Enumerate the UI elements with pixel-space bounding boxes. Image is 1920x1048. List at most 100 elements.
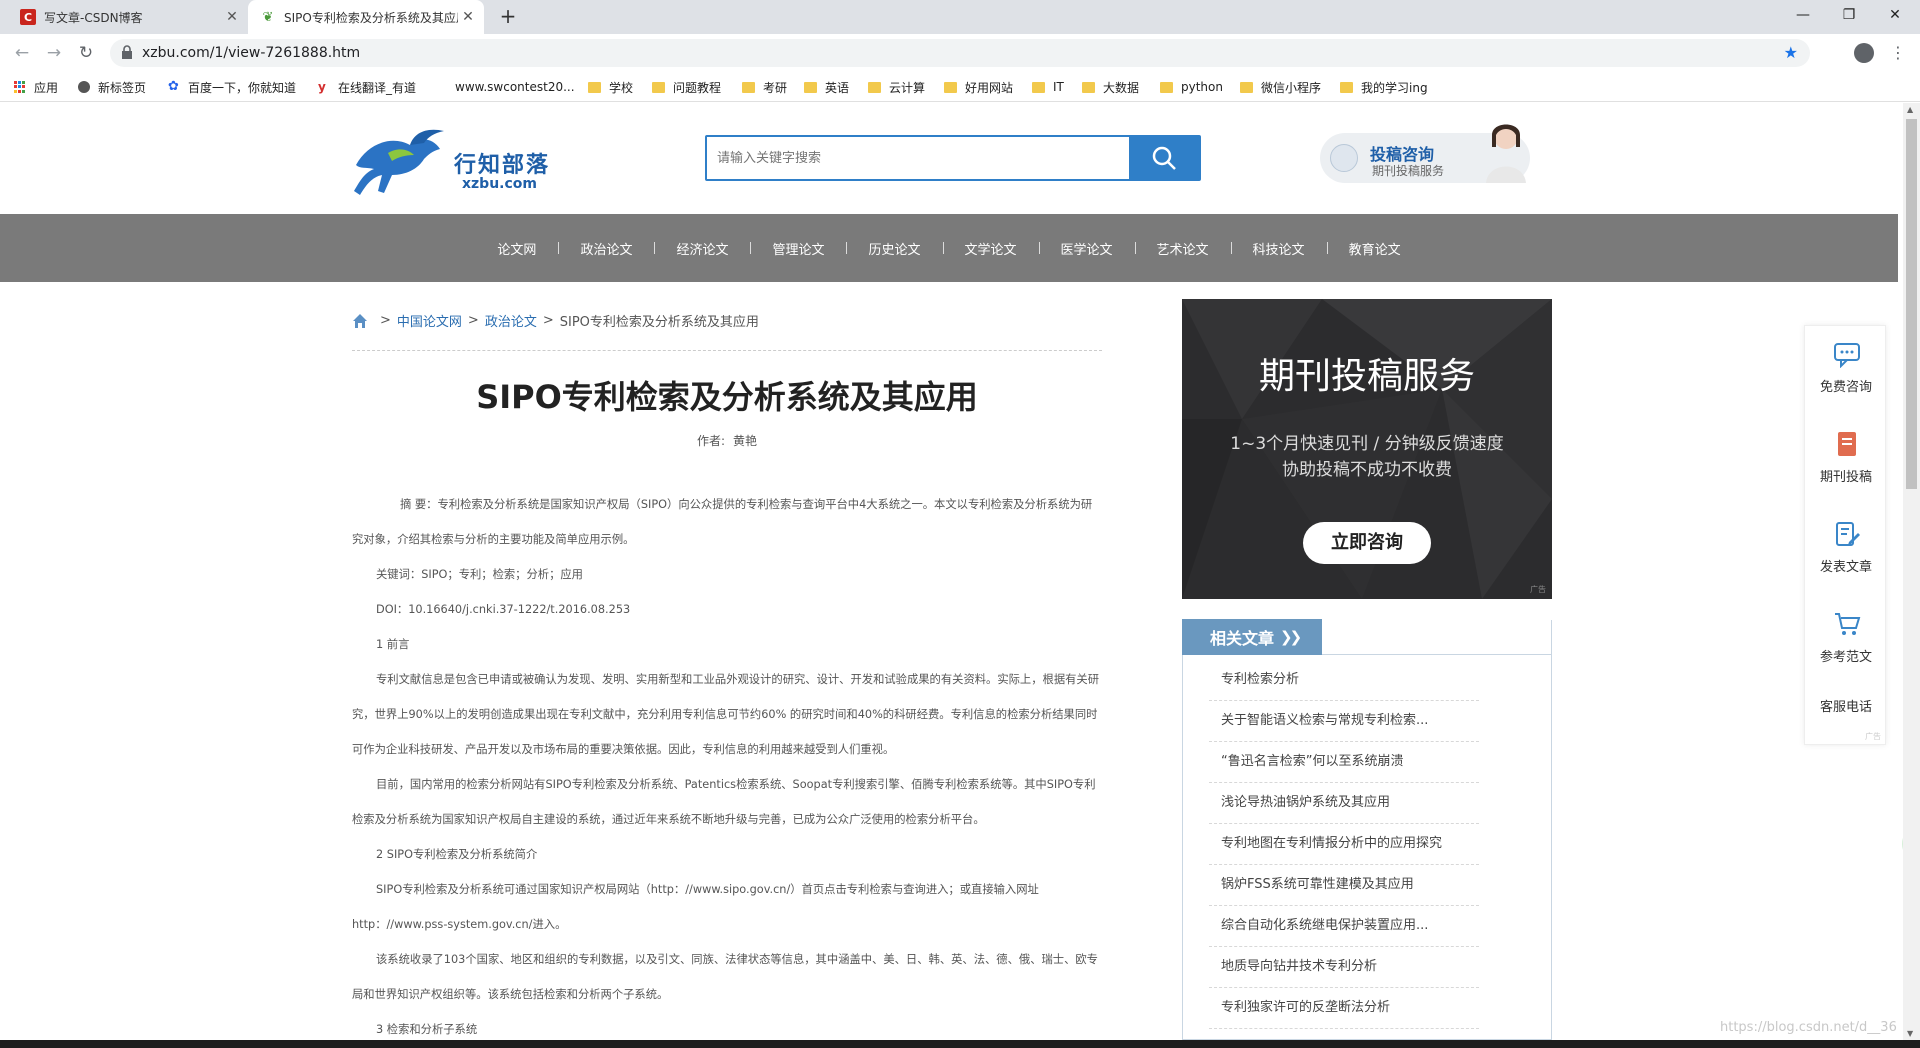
baidu-icon: ✿ [168,79,179,94]
os-taskbar [0,1040,1920,1048]
bookmark-folder-it[interactable]: IT [1032,72,1064,102]
bookmark-folder-tutorial[interactable]: 问题教程 [652,72,721,102]
customer-phone-button[interactable]: 客服电话 [1805,696,1887,715]
page-scrollbar[interactable]: ▲ ▼ [1903,103,1920,1040]
bookmark-folder-school[interactable]: 学校 [588,72,633,102]
forward-button[interactable]: → [42,41,66,65]
related-article-link[interactable]: 综合自动化系统继电保护装置应用... [1209,906,1479,947]
restore-button[interactable]: ❐ [1826,0,1872,30]
tab-title: SIPO专利检索及分析系统及其应用 [284,10,458,25]
side-item-label: 参考范文 [1819,650,1872,665]
bookmark-newtab[interactable]: 新标签页 [78,72,146,102]
bookmark-folder-study[interactable]: 我的学习ing [1340,72,1428,102]
related-article-link[interactable]: 专利检索分析 [1209,660,1479,701]
tab-close-icon[interactable]: ✕ [458,9,478,25]
nav-item-economics[interactable]: 经济论文 [654,239,750,258]
breadcrumb-link[interactable]: 中国论文网 [397,311,462,330]
free-consult-button[interactable]: 免费咨询 [1805,326,1887,406]
bookmark-label: 学校 [609,80,634,95]
nav-item-management[interactable]: 管理论文 [750,239,846,258]
search-button[interactable] [1129,137,1199,179]
related-article-link[interactable]: 专利地图在专利情报分析中的应用探究 [1209,824,1479,865]
edit-icon [1836,522,1860,546]
back-button[interactable]: ← [10,41,34,65]
journal-service-ad[interactable]: 期刊投稿服务 1~3个月快速见刊 / 分钟级反馈速度 协助投稿不成功不收费 立即… [1182,299,1552,599]
nav-item-politics[interactable]: 政治论文 [558,239,654,258]
author-label: 作者: [696,434,726,448]
bookmark-label: 百度一下，你就知道 [188,80,297,95]
scroll-down-icon[interactable]: ▼ [1907,1029,1913,1038]
nav-item-literature[interactable]: 文学论文 [942,239,1039,258]
divider [352,350,1102,351]
home-icon[interactable] [352,313,368,329]
related-article-link[interactable]: 浅论导热油锅炉系统及其应用 [1209,783,1479,824]
apps-icon [14,81,26,93]
nav-item-medicine[interactable]: 医学论文 [1038,239,1135,258]
nav-item-art[interactable]: 艺术论文 [1134,239,1231,258]
related-article-link[interactable]: 地质导向钻井技术专利分析 [1209,947,1479,988]
scroll-thumb[interactable] [1906,119,1917,489]
scroll-up-icon[interactable]: ▲ [1907,105,1913,114]
related-article-link[interactable]: 关于智能语义检索与常规专利检索... [1209,701,1479,742]
book-icon [1838,432,1856,456]
breadcrumb-separator: > [542,313,554,328]
bookmark-label: 好用网站 [965,80,1014,95]
bookmark-label: 微信小程序 [1261,80,1322,95]
bookmark-folder-kaoyan[interactable]: 考研 [742,72,787,102]
related-article-link[interactable]: 锅炉FSS系统可靠性建模及其应用 [1209,865,1479,906]
breadcrumb-link[interactable]: 政治论文 [485,311,537,330]
consult-banner[interactable]: 投稿咨询 期刊投稿服务 [1320,124,1530,183]
browser-tab-csdn[interactable]: C 写文章-CSDN博客 ✕ [8,0,248,34]
bookmark-swcontest[interactable]: www.swcontest20... [455,72,575,102]
ad-headline: 期刊投稿服务 [1258,356,1475,397]
related-article-link[interactable]: 专利独家许可的反垄断法分析 [1209,988,1479,1029]
menu-kebab-icon[interactable]: ⋮ [1890,41,1906,65]
sample-papers-button[interactable]: 参考范文 [1805,596,1887,676]
address-bar[interactable]: xzbu.com/1/view-7261888.htm ★ [110,39,1810,67]
nav-item-history[interactable]: 历史论文 [846,239,942,258]
tab-close-icon[interactable]: ✕ [222,9,242,25]
bookmarks-bar: 应用 新标签页 ✿ 百度一下，你就知道 y 在线翻译_有道 www.swcont… [0,72,1920,102]
consult-now-button[interactable]: 立即咨询 [1303,522,1431,564]
browser-tab-active[interactable]: ❦ SIPO专利检索及分析系统及其应用 ✕ [248,0,484,34]
tab-strip: C 写文章-CSDN博客 ✕ ❦ SIPO专利检索及分析系统及其应用 ✕ + —… [0,0,1920,34]
csdn-icon: C [20,9,36,25]
search-input[interactable] [707,137,1129,179]
new-tab-button[interactable]: + [496,5,520,29]
reload-button[interactable]: ↻ [74,41,98,65]
site-header: 行知部落 xzbu.com 投稿咨询 期刊投稿服务 [0,103,1898,214]
nav-item-education[interactable]: 教育论文 [1326,239,1423,258]
publish-article-button[interactable]: 发表文章 [1805,506,1887,586]
window-close-button[interactable]: ✕ [1872,0,1918,30]
article-paragraph: DOI：10.16640/j.cnki.37-1222/t.2016.08.25… [376,603,631,616]
breadcrumb: > 中国论文网 > 政治论文 > SIPO专利检索及分析系统及其应用 [352,311,759,330]
folder-icon [652,81,665,93]
bookmark-folder-english[interactable]: 英语 [804,72,849,102]
bookmark-label: 考研 [763,80,788,95]
headset-icon [1330,144,1358,172]
nav-item-lunwen[interactable]: 论文网 [475,239,558,258]
bookmark-folder-wechat[interactable]: 微信小程序 [1240,72,1321,102]
bookmark-apps[interactable]: 应用 [14,72,58,102]
minimize-button[interactable]: — [1780,0,1826,30]
bookmark-folder-cloud[interactable]: 云计算 [868,72,925,102]
article-paragraph: 目前，国内常用的检索分析网站有SIPO专利检索及分析系统、Patentics检索… [352,778,1096,826]
bookmark-folder-bigdata[interactable]: 大数据 [1082,72,1139,102]
journal-submit-button[interactable]: 期刊投稿 [1805,416,1887,496]
profile-avatar-icon[interactable] [1854,43,1874,63]
tab-title: 写文章-CSDN博客 [44,10,143,25]
bookmark-youdao[interactable]: y 在线翻译_有道 [318,72,416,102]
nav-item-science[interactable]: 科技论文 [1230,239,1327,258]
bookmark-folder-sites[interactable]: 好用网站 [944,72,1013,102]
search-icon [1152,146,1176,170]
bookmark-baidu[interactable]: ✿ 百度一下，你就知道 [168,72,296,102]
bookmark-star-icon[interactable]: ★ [1784,39,1798,67]
bookmark-label: 我的学习ing [1361,80,1428,95]
bookmark-folder-python[interactable]: python [1160,72,1223,102]
related-articles-header: 相关文章 ❯❯ [1182,619,1322,655]
ad-tag: 广告 [1530,585,1546,594]
leaf-icon: ❦ [262,9,274,25]
related-article-link[interactable]: “鲁迅名言检索”何以至系统崩溃 [1209,742,1479,783]
folder-icon [868,81,881,93]
double-chevron-icon: ❯❯ [1280,628,1302,646]
